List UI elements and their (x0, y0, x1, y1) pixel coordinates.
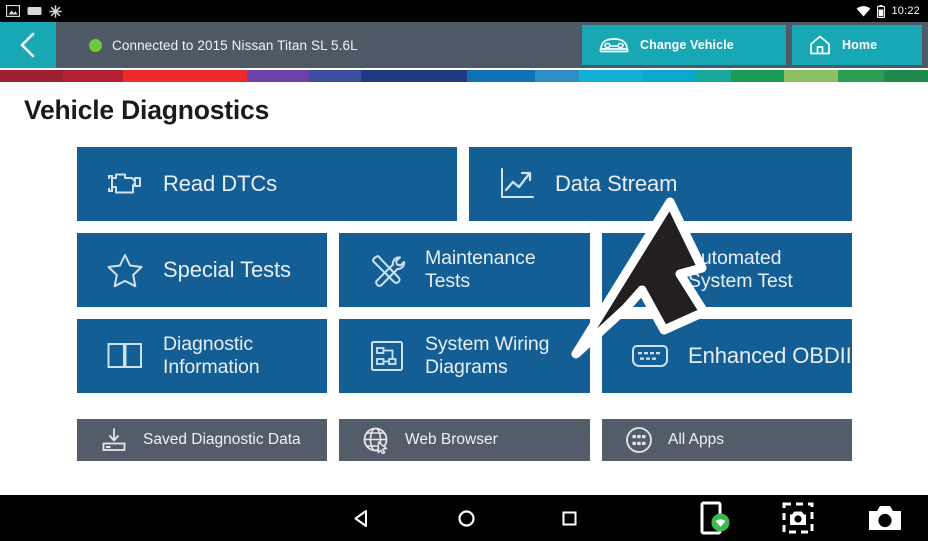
stripe-segment (0, 70, 64, 82)
tablet-wifi-icon (700, 501, 730, 535)
save-download-icon (99, 427, 129, 453)
wiring-diagram-icon (365, 337, 409, 375)
change-vehicle-button[interactable]: Change Vehicle (582, 25, 786, 65)
tile-label: Automated System Test (688, 247, 793, 292)
util-web-browser[interactable]: Web Browser (339, 419, 590, 461)
tile-row-3: Diagnostic Information System Wiring Dia… (77, 319, 852, 393)
stripe-segment (784, 70, 839, 82)
wifi-icon (857, 5, 871, 17)
chevron-left-icon (20, 32, 35, 58)
change-vehicle-label: Change Vehicle (640, 38, 734, 52)
status-bar-left-icons (6, 4, 62, 18)
apps-grid-icon (624, 426, 654, 454)
stripe-segment (641, 70, 695, 82)
connection-indicator-dot (89, 38, 102, 52)
stripe-segment (884, 70, 928, 82)
tile-maintenance-tests[interactable]: Maintenance Tests (339, 233, 590, 307)
screenshot-region-button[interactable] (782, 502, 814, 534)
util-label: Web Browser (405, 431, 498, 448)
stripe-segment (63, 70, 123, 82)
android-nav-bar (0, 495, 928, 541)
tile-row-1: Read DTCs Data Stream (77, 147, 852, 221)
screenshot-crop-icon (782, 502, 814, 534)
header-actions: Change Vehicle Home (582, 25, 928, 65)
status-bar-clock: 10:22 (891, 4, 920, 17)
app-header: Connected to 2015 Nissan Titan SL 5.6L C… (0, 22, 928, 68)
back-nav-button[interactable] (352, 509, 371, 528)
camera-icon (869, 506, 901, 530)
tile-read-dtcs[interactable]: Read DTCs (77, 147, 457, 221)
tile-label: System Wiring Diagrams (425, 333, 550, 378)
tile-row-2: Special Tests Maintenance Tests Automate… (77, 233, 852, 307)
battery-icon (877, 4, 886, 18)
tile-special-tests[interactable]: Special Tests (77, 233, 327, 307)
engine-icon (103, 167, 147, 201)
open-book-icon (103, 339, 147, 373)
tile-label: Read DTCs (163, 171, 278, 197)
line-chart-icon (495, 166, 539, 202)
stripe-segment (308, 70, 362, 82)
device-wifi-button[interactable] (700, 501, 730, 535)
tile-diagnostic-information[interactable]: Diagnostic Information (77, 319, 327, 393)
tile-label: Maintenance Tests (425, 247, 536, 292)
main-content: Vehicle Diagnostics Read DTCs Data Strea… (0, 82, 928, 495)
stripe-segment (535, 70, 579, 82)
tile-system-wiring-diagrams[interactable]: System Wiring Diagrams (339, 319, 590, 393)
connection-status: Connected to 2015 Nissan Titan SL 5.6L (89, 38, 358, 53)
star-icon (103, 252, 147, 288)
tile-label: Enhanced OBDII (688, 343, 852, 369)
app-screen: 10:22 Connected to 2015 Nissan Titan SL … (0, 0, 928, 541)
nav-system-buttons (330, 495, 600, 541)
camera-button[interactable] (866, 502, 904, 534)
tile-enhanced-obdii[interactable]: Enhanced OBDII (602, 319, 852, 393)
circle-icon (457, 509, 475, 527)
stripe-segment (466, 70, 535, 82)
checklist-icon (628, 251, 672, 289)
status-bar-right-icons: 10:22 (856, 4, 920, 18)
stripe-segment (694, 70, 732, 82)
android-status-bar: 10:22 (0, 0, 928, 22)
util-label: All Apps (668, 431, 725, 448)
tile-label: Data Stream (555, 171, 678, 197)
nav-extra-buttons (700, 495, 904, 541)
triangle-left-icon (354, 509, 367, 527)
color-stripe (0, 70, 928, 82)
stripe-segment (361, 70, 467, 82)
util-label: Saved Diagnostic Data (143, 431, 301, 448)
recents-nav-button[interactable] (561, 510, 578, 527)
obd-connector-icon (628, 342, 672, 370)
page-title: Vehicle Diagnostics (24, 95, 270, 125)
util-all-apps[interactable]: All Apps (602, 419, 852, 461)
tile-label: Special Tests (163, 257, 291, 283)
utility-row: Saved Diagnostic Data Web Browser All Ap… (77, 419, 852, 461)
home-icon (810, 35, 830, 55)
car-icon (599, 38, 629, 53)
globe-cursor-icon (361, 426, 391, 454)
util-saved-diagnostic-data[interactable]: Saved Diagnostic Data (77, 419, 327, 461)
image-icon (6, 5, 20, 17)
connection-status-text: Connected to 2015 Nissan Titan SL 5.6L (112, 37, 358, 53)
snowflake-icon (49, 4, 62, 18)
home-label: Home (842, 38, 878, 52)
screenshot-icon (27, 7, 42, 15)
stripe-segment (122, 70, 248, 82)
home-nav-button[interactable] (457, 509, 476, 528)
stripe-segment (838, 70, 885, 82)
back-button[interactable] (0, 22, 56, 68)
stripe-segment (578, 70, 642, 82)
tile-data-stream[interactable]: Data Stream (469, 147, 852, 221)
home-button[interactable]: Home (792, 25, 922, 65)
tile-automated-system-test[interactable]: Automated System Test (602, 233, 852, 307)
tools-icon (365, 251, 409, 289)
stripe-segment (731, 70, 785, 82)
diagnostics-tile-grid: Read DTCs Data Stream Special Tests Main… (77, 147, 852, 461)
stripe-segment (247, 70, 309, 82)
square-icon (562, 511, 577, 525)
tile-label: Diagnostic Information (163, 333, 260, 378)
